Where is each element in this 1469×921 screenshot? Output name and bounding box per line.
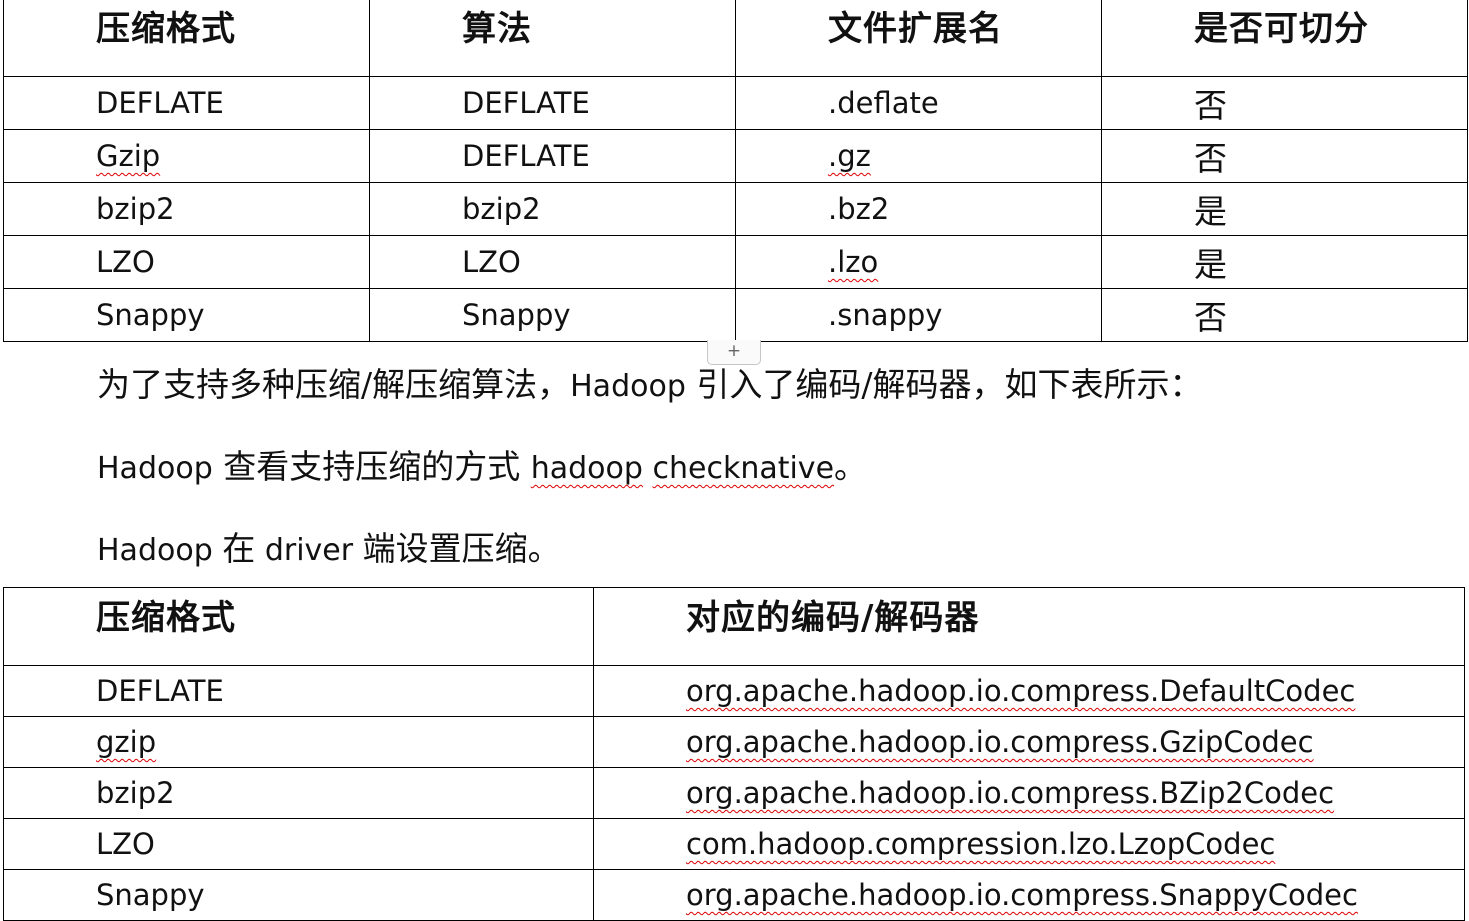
cell-text: .lzo: [828, 245, 879, 279]
table-cell[interactable]: bzip2: [3, 767, 594, 819]
table-cell[interactable]: 是: [1101, 235, 1468, 289]
table-cell[interactable]: 否: [1101, 288, 1468, 342]
table-cell[interactable]: Snappy: [369, 288, 736, 342]
table-cell[interactable]: .gz: [735, 129, 1102, 183]
cell-text: Gzip: [96, 139, 161, 173]
table-cell[interactable]: .lzo: [735, 235, 1102, 289]
table-cell[interactable]: DEFLATE: [3, 76, 370, 130]
table-cell[interactable]: org.apache.hadoop.io.compress.GzipCodec: [593, 716, 1465, 768]
codec-table: 压缩格式 对应的编码/解码器 DEFLATE org.apache.hadoop…: [3, 587, 1465, 921]
cell-text: org.apache.hadoop.io.compress.DefaultCod…: [686, 674, 1356, 708]
table-cell[interactable]: Snappy: [3, 288, 370, 342]
table-row: bzip2 org.apache.hadoop.io.compress.BZip…: [3, 767, 1465, 819]
table-cell[interactable]: org.apache.hadoop.io.compress.DefaultCod…: [593, 665, 1465, 717]
cell-text: org.apache.hadoop.io.compress.GzipCodec: [686, 725, 1314, 759]
table-cell[interactable]: .snappy: [735, 288, 1102, 342]
header-cell[interactable]: 文件扩展名: [735, 0, 1102, 77]
paragraph-text: hadoop: [530, 451, 643, 486]
table-cell[interactable]: LZO: [3, 818, 594, 870]
table-cell[interactable]: org.apache.hadoop.io.compress.SnappyCode…: [593, 869, 1465, 921]
table-cell[interactable]: 否: [1101, 76, 1468, 130]
cell-text: .gz: [828, 139, 871, 173]
table-cell[interactable]: DEFLATE: [3, 665, 594, 717]
cell-text: com.hadoop.compression.lzo.LzopCodec: [686, 827, 1276, 861]
table-cell[interactable]: .bz2: [735, 182, 1102, 236]
cell-text: org.apache.hadoop.io.compress.BZip2Codec: [686, 776, 1335, 810]
table-row: Gzip DEFLATE .gz 否: [3, 129, 1468, 183]
table-row: LZO LZO .lzo 是: [3, 235, 1468, 289]
paragraph-checknative[interactable]: Hadoop 查看支持压缩的方式 hadoop checknative。: [97, 440, 867, 488]
table-cell[interactable]: .deflate: [735, 76, 1102, 130]
table-header-row: 压缩格式 对应的编码/解码器: [3, 587, 1465, 666]
header-cell[interactable]: 算法: [369, 0, 736, 77]
table-row: Snappy org.apache.hadoop.io.compress.Sna…: [3, 869, 1465, 921]
paragraph-text: driver: [255, 533, 363, 568]
table-cell[interactable]: com.hadoop.compression.lzo.LzopCodec: [593, 818, 1465, 870]
cell-text: gzip: [96, 725, 157, 759]
compression-formats-table: 压缩格式 算法 文件扩展名 是否可切分 DEFLATE DEFLATE .def…: [3, 0, 1468, 342]
table-cell[interactable]: gzip: [3, 716, 594, 768]
table-cell[interactable]: Gzip: [3, 129, 370, 183]
paragraph-text: 查看支持压缩的方式: [212, 447, 531, 486]
table-cell[interactable]: DEFLATE: [369, 129, 736, 183]
header-cell[interactable]: 压缩格式: [3, 587, 594, 666]
table-cell[interactable]: Snappy: [3, 869, 594, 921]
table-cell[interactable]: LZO: [369, 235, 736, 289]
paragraph-text: Hadoop: [97, 451, 213, 486]
table-row: LZO com.hadoop.compression.lzo.LzopCodec: [3, 818, 1465, 870]
paragraph-text: Hadoop: [97, 533, 223, 568]
header-cell[interactable]: 压缩格式: [3, 0, 370, 77]
table-row: DEFLATE DEFLATE .deflate 否: [3, 76, 1468, 130]
table-row: bzip2 bzip2 .bz2 是: [3, 182, 1468, 236]
paragraph-text: 为了支持多种压缩/解压缩算法，: [97, 365, 571, 404]
table-row: gzip org.apache.hadoop.io.compress.GzipC…: [3, 716, 1465, 768]
paragraph-text: 在: [222, 529, 256, 568]
table-cell[interactable]: 否: [1101, 129, 1468, 183]
paragraph-codec-intro[interactable]: 为了支持多种压缩/解压缩算法，Hadoop 引入了编码/解码器，如下表所示：: [97, 358, 1202, 406]
table-row: DEFLATE org.apache.hadoop.io.compress.De…: [3, 665, 1465, 717]
table-cell[interactable]: 是: [1101, 182, 1468, 236]
cell-text: org.apache.hadoop.io.compress.SnappyCode…: [686, 878, 1358, 912]
paragraph-driver-compression[interactable]: Hadoop 在 driver 端设置压缩。: [97, 522, 561, 570]
table-header-row: 压缩格式 算法 文件扩展名 是否可切分: [3, 0, 1468, 77]
paragraph-text: Hadoop: [570, 369, 686, 404]
header-cell[interactable]: 对应的编码/解码器: [593, 587, 1465, 666]
header-cell[interactable]: 是否可切分: [1101, 0, 1468, 77]
table-cell[interactable]: LZO: [3, 235, 370, 289]
paragraph-text: 引入了编码/解码器，如下表所示：: [685, 365, 1203, 404]
table-cell[interactable]: org.apache.hadoop.io.compress.BZip2Codec: [593, 767, 1465, 819]
paragraph-text: 。: [834, 447, 868, 486]
paragraph-text: 端设置压缩。: [362, 529, 561, 568]
paragraph-text: checknative: [652, 451, 835, 486]
table-cell[interactable]: bzip2: [369, 182, 736, 236]
table-cell[interactable]: bzip2: [3, 182, 370, 236]
table-row: Snappy Snappy .snappy 否: [3, 288, 1468, 342]
table-cell[interactable]: DEFLATE: [369, 76, 736, 130]
